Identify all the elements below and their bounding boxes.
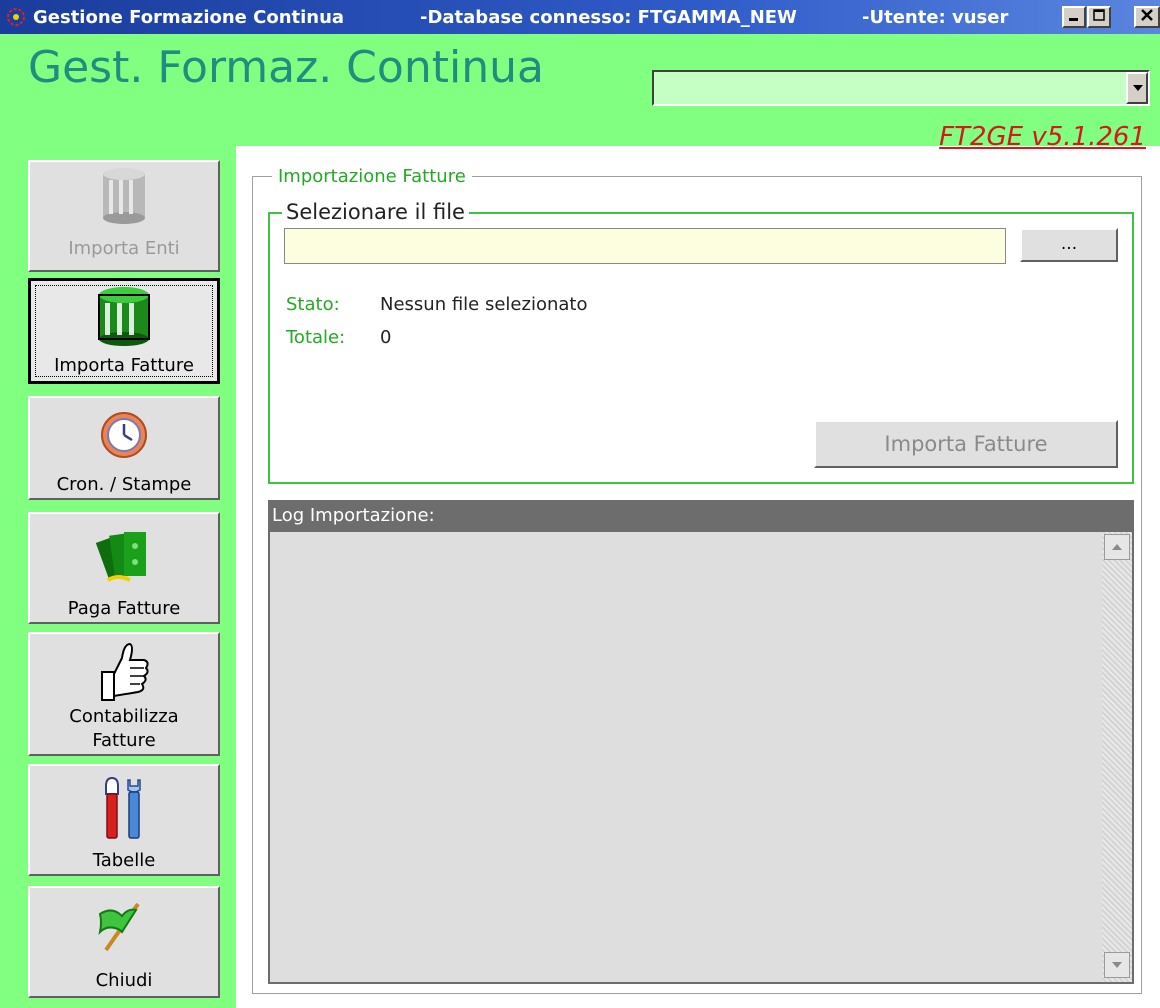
sidebar-item-label-line2: Fatture xyxy=(92,730,156,751)
sidebar-item-label: Paga Fatture xyxy=(67,598,181,619)
sidebar-item-label: Chiudi xyxy=(95,970,153,991)
sidebar-item-paga-fatture[interactable]: Paga Fatture xyxy=(28,512,220,624)
tools-icon xyxy=(105,776,141,839)
sidebar-item-label-line1: Contabilizza xyxy=(69,706,179,727)
money-icon xyxy=(95,532,146,582)
scroll-down-button[interactable] xyxy=(1104,952,1130,978)
chevron-up-icon xyxy=(1112,544,1122,550)
close-icon xyxy=(1141,9,1153,21)
database-icon xyxy=(98,287,150,346)
log-textarea[interactable] xyxy=(268,532,1134,984)
app-title: Gest. Formaz. Continua xyxy=(28,42,544,93)
header-combobox[interactable] xyxy=(652,70,1150,106)
maximize-button[interactable] xyxy=(1087,6,1111,28)
log-title: Log Importazione: xyxy=(268,500,1134,532)
minimize-icon xyxy=(1069,18,1078,21)
window-title: Gestione Formazione Continua xyxy=(33,7,345,28)
combobox-dropdown-button[interactable] xyxy=(1126,72,1148,104)
version-label: FT2GE v5.1.261 xyxy=(939,122,1146,152)
database-info: -Database connesso: FTGAMMA_NEW xyxy=(420,7,797,28)
app-icon xyxy=(7,8,25,26)
thumbs-up-icon xyxy=(101,642,149,701)
file-selection-title: Selezionare il file xyxy=(282,200,469,224)
database-icon xyxy=(103,168,145,224)
sidebar-item-label: Tabelle xyxy=(92,850,156,871)
scroll-up-button[interactable] xyxy=(1104,534,1130,560)
sidebar-item-label: Cron. / Stampe xyxy=(56,474,192,495)
sidebar-item-tabelle[interactable]: Tabelle xyxy=(28,764,220,876)
sidebar-item-label: Importa Enti xyxy=(68,238,180,259)
sidebar-item-contabilizza-fatture[interactable]: Contabilizza Fatture xyxy=(28,632,220,756)
import-group-title: Importazione Fatture xyxy=(272,166,472,187)
window-titlebar: Gestione Formazione Continua -Database c… xyxy=(0,0,1160,34)
chevron-down-icon xyxy=(1133,85,1143,91)
log-scrollbar[interactable] xyxy=(1102,532,1132,982)
flag-icon xyxy=(98,902,140,952)
totale-value: 0 xyxy=(380,327,392,348)
sidebar-item-chiudi[interactable]: Chiudi xyxy=(28,886,220,998)
sidebar-item-cron-stampe[interactable]: Cron. / Stampe xyxy=(28,396,220,500)
totale-label: Totale: xyxy=(286,327,346,348)
maximize-icon xyxy=(1093,9,1105,21)
sidebar-item-importa-fatture[interactable]: Importa Fatture xyxy=(28,278,220,384)
minimize-button[interactable] xyxy=(1062,6,1086,28)
user-info: -Utente: vuser xyxy=(862,7,1009,28)
browse-button[interactable]: ... xyxy=(1020,228,1118,262)
clock-icon xyxy=(101,412,147,458)
close-button[interactable] xyxy=(1134,6,1160,28)
chevron-down-icon xyxy=(1112,962,1122,968)
sidebar-item-importa-enti[interactable]: Importa Enti xyxy=(28,160,220,272)
stato-value: Nessun file selezionato xyxy=(380,294,588,315)
file-path-input[interactable] xyxy=(284,228,1006,264)
sidebar-item-label: Importa Fatture xyxy=(54,355,194,376)
stato-label: Stato: xyxy=(286,294,340,315)
importa-fatture-button[interactable]: Importa Fatture xyxy=(814,420,1118,468)
